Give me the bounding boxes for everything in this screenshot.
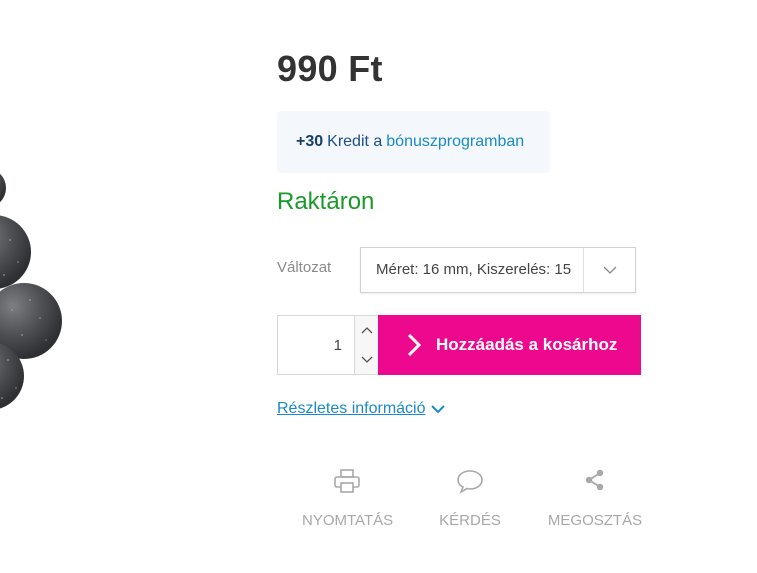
chevron-up-icon — [361, 327, 373, 334]
details-link[interactable]: Részletes információ — [277, 400, 445, 418]
speech-bubble-icon — [430, 468, 510, 496]
share-icon — [545, 468, 645, 496]
quantity-input[interactable] — [278, 316, 354, 374]
variant-selected-value: Méret: 16 mm, Kiszerelés: 15 — [376, 261, 572, 278]
chevron-down-icon — [361, 356, 373, 363]
quantity-decrease-button[interactable] — [354, 345, 379, 374]
share-label: MEGOSZTÁS — [547, 512, 643, 529]
bonus-credit-box: +30 Kredit a bónuszprogramban — [277, 111, 550, 173]
chevron-down-icon[interactable] — [583, 248, 635, 292]
bonus-program-link[interactable]: bónuszprogramban — [386, 133, 524, 151]
quantity-stepper[interactable] — [277, 315, 379, 375]
credit-amount: +30 — [296, 133, 324, 150]
product-image[interactable] — [0, 0, 110, 573]
stock-status: Raktáron — [277, 188, 375, 215]
product-price: 990 Ft — [277, 48, 383, 89]
boilie-balls-image — [0, 173, 62, 409]
add-to-cart-button[interactable]: Hozzáadás a kosárhoz — [378, 315, 641, 375]
print-icon — [302, 468, 392, 496]
question-button[interactable]: KÉRDÉS — [430, 468, 510, 529]
details-link-label: Részletes információ — [277, 400, 426, 417]
print-button[interactable]: NYOMTATÁS — [302, 468, 394, 529]
variant-select[interactable]: Méret: 16 mm, Kiszerelés: 15 — [360, 247, 636, 293]
quantity-increase-button[interactable] — [354, 316, 379, 346]
print-label: NYOMTATÁS — [302, 512, 394, 529]
chevron-down-icon — [430, 404, 445, 413]
question-label: KÉRDÉS — [439, 512, 501, 529]
share-button[interactable]: MEGOSZTÁS — [545, 468, 645, 529]
variant-label: Változat — [277, 259, 332, 276]
chevron-right-icon — [407, 333, 422, 357]
add-to-cart-label: Hozzáadás a kosárhoz — [436, 335, 618, 354]
credit-text: Kredit a — [327, 133, 383, 150]
